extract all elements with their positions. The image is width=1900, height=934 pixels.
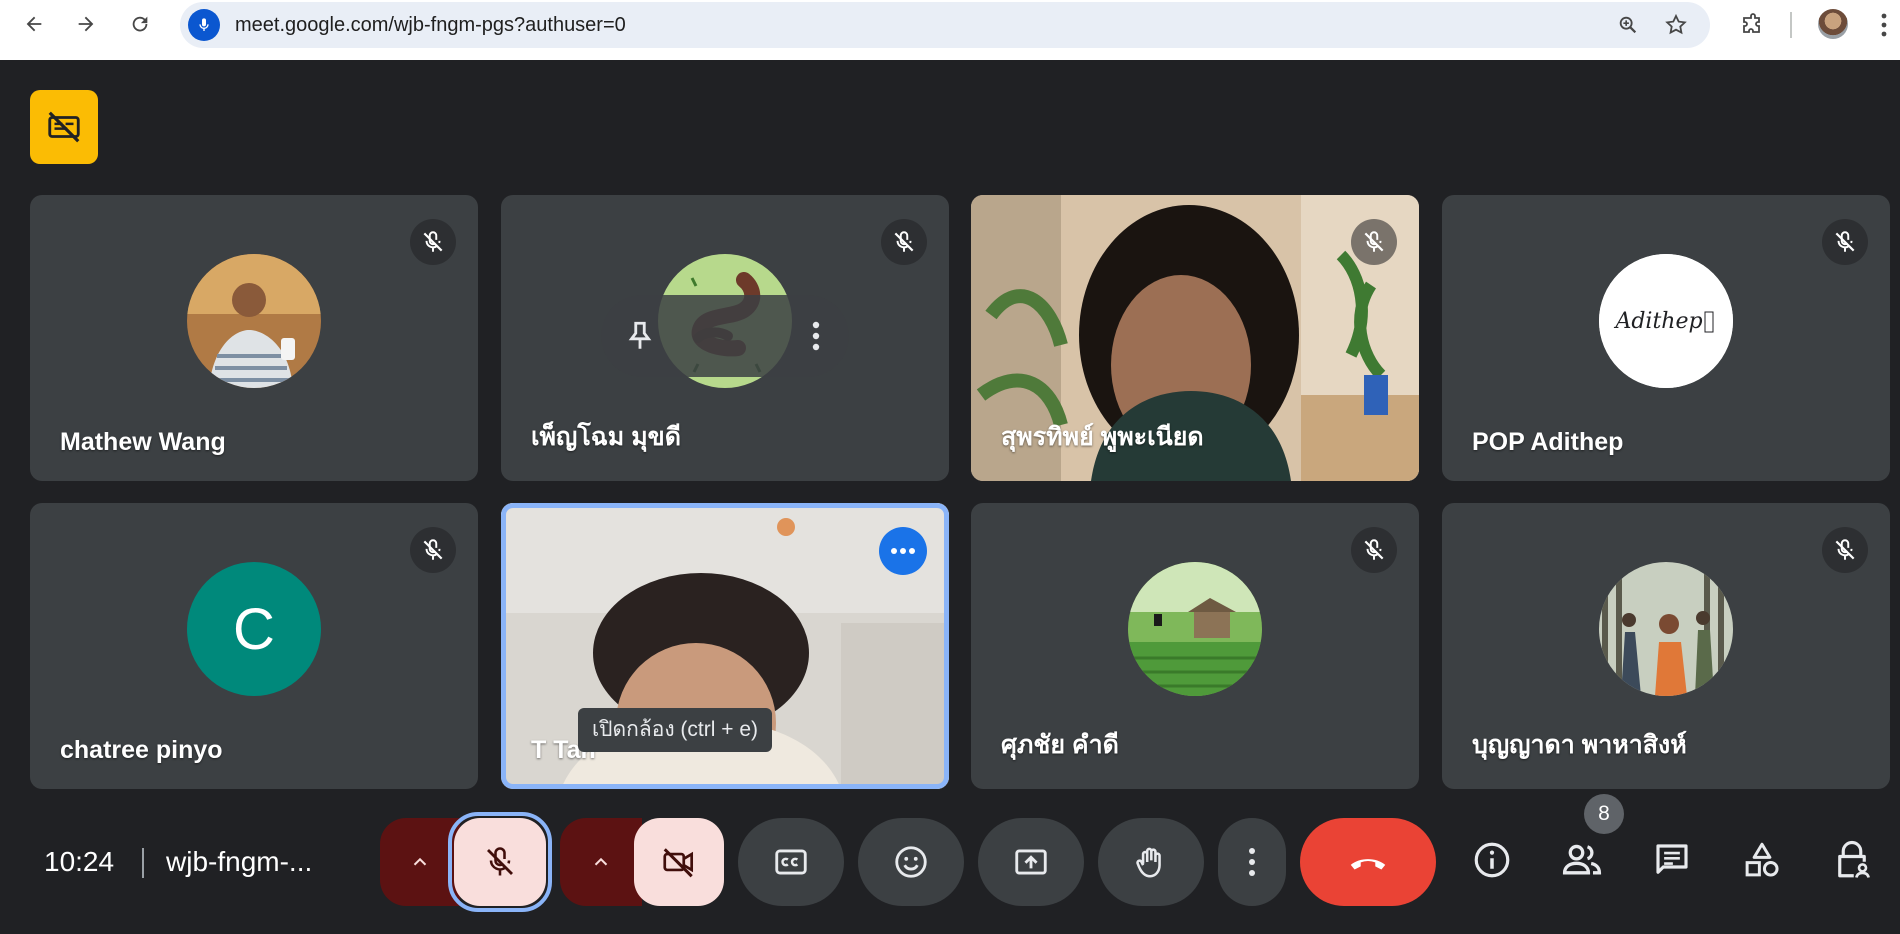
participant-name: บุญญาดา พาหาสิงห์ bbox=[1472, 731, 1687, 759]
participant-name: chatree pinyo bbox=[60, 736, 223, 764]
address-bar[interactable]: meet.google.com/wjb-fngm-pgs?authuser=0 bbox=[180, 2, 1710, 48]
avatar: Adithep bbox=[1599, 254, 1733, 388]
more-options-icon[interactable] bbox=[879, 527, 927, 575]
activities-button[interactable] bbox=[1738, 836, 1786, 884]
bookmark-star-icon[interactable] bbox=[1664, 13, 1688, 37]
chevron-up-icon bbox=[594, 857, 608, 866]
svg-text:Adithep: Adithep bbox=[1613, 309, 1702, 334]
url-text[interactable]: meet.google.com/wjb-fngm-pgs?authuser=0 bbox=[235, 2, 626, 48]
captions-button[interactable] bbox=[738, 818, 844, 906]
chrome-menu-icon[interactable] bbox=[1880, 12, 1900, 38]
mic-off-icon bbox=[1822, 527, 1868, 573]
camera-toggle-button[interactable] bbox=[634, 818, 724, 906]
participant-name: POP Adithep bbox=[1472, 428, 1624, 456]
back-icon[interactable] bbox=[18, 8, 50, 40]
chat-button[interactable] bbox=[1648, 836, 1696, 884]
participant-tile[interactable]: เพ็ญโฉม มุขดี bbox=[501, 195, 949, 481]
people-icon bbox=[1562, 844, 1602, 875]
video-options-button[interactable] bbox=[560, 818, 642, 906]
meeting-clock: 10:24 bbox=[44, 846, 115, 877]
call-end-icon bbox=[1350, 859, 1386, 870]
meeting-details-button[interactable] bbox=[1468, 836, 1516, 884]
camera-off-icon bbox=[663, 848, 694, 878]
participant-tile[interactable]: ศุภชัย คำดี bbox=[971, 503, 1419, 789]
mic-focus-ring bbox=[448, 812, 552, 912]
closed-captions-icon bbox=[775, 849, 807, 875]
mic-off-icon bbox=[410, 527, 456, 573]
present-to-all-icon bbox=[1015, 849, 1047, 875]
extensions-icon[interactable] bbox=[1740, 12, 1766, 38]
host-controls-button[interactable] bbox=[1828, 836, 1876, 884]
meeting-control-bar: 10:24 wjb-fngm-... 8 bbox=[0, 794, 1900, 918]
forward-icon[interactable] bbox=[70, 8, 102, 40]
control-bar-divider bbox=[142, 848, 144, 878]
info-icon bbox=[1474, 842, 1510, 878]
participant-name: เพ็ญโฉม มุขดี bbox=[531, 423, 682, 451]
participant-name: Mathew Wang bbox=[60, 428, 226, 456]
participant-name: สุพรทิพย์ พูพะเนียด bbox=[1001, 423, 1204, 451]
participant-tile[interactable]: Mathew Wang bbox=[30, 195, 478, 481]
no-captions-icon[interactable] bbox=[30, 90, 98, 164]
pin-icon[interactable] bbox=[623, 319, 657, 353]
participant-tile[interactable]: Adithep POP Adithep bbox=[1442, 195, 1890, 481]
mic-off-icon bbox=[1351, 527, 1397, 573]
more-options-icon[interactable] bbox=[811, 319, 821, 353]
leave-call-button[interactable] bbox=[1300, 818, 1436, 906]
present-screen-button[interactable] bbox=[978, 818, 1084, 906]
browser-toolbar: meet.google.com/wjb-fngm-pgs?authuser=0 bbox=[0, 0, 1900, 60]
avatar bbox=[187, 254, 321, 388]
profile-avatar[interactable] bbox=[1818, 9, 1848, 39]
shapes-icon bbox=[1745, 842, 1779, 877]
camera-tooltip: เปิดกล้อง (ctrl + e) bbox=[578, 708, 773, 752]
mic-off-icon bbox=[881, 219, 927, 265]
chat-icon bbox=[1656, 844, 1688, 874]
tile-hover-controls bbox=[601, 295, 849, 377]
participant-tile[interactable]: C chatree pinyo bbox=[30, 503, 478, 789]
lock-person-icon bbox=[1838, 840, 1870, 878]
more-vert-icon bbox=[1249, 848, 1255, 876]
mic-off-icon bbox=[1351, 219, 1397, 265]
participant-tile[interactable]: สุพรทิพย์ พูพะเนียด bbox=[971, 195, 1419, 481]
avatar: C bbox=[187, 562, 321, 696]
zoom-icon[interactable] bbox=[1616, 13, 1640, 37]
participant-name: ศุภชัย คำดี bbox=[1001, 731, 1119, 759]
mic-off-icon bbox=[410, 219, 456, 265]
avatar-initial: C bbox=[233, 596, 275, 662]
chevron-up-icon bbox=[413, 857, 427, 866]
avatar bbox=[1128, 562, 1262, 696]
hand-icon bbox=[1136, 847, 1161, 878]
toolbar-divider bbox=[1790, 12, 1792, 38]
reactions-button[interactable] bbox=[858, 818, 964, 906]
participant-tile[interactable]: บุญญาดา พาหาสิงห์ bbox=[1442, 503, 1890, 789]
meeting-code[interactable]: wjb-fngm-... bbox=[166, 846, 312, 878]
mic-off-icon bbox=[1822, 219, 1868, 265]
more-options-button[interactable] bbox=[1218, 818, 1286, 906]
reload-icon[interactable] bbox=[124, 8, 156, 40]
avatar bbox=[1599, 562, 1733, 696]
emoji-icon bbox=[895, 846, 927, 878]
participant-count-badge: 8 bbox=[1584, 794, 1624, 834]
microphone-icon[interactable] bbox=[188, 9, 220, 41]
raise-hand-button[interactable] bbox=[1098, 818, 1204, 906]
people-button[interactable] bbox=[1558, 836, 1606, 884]
